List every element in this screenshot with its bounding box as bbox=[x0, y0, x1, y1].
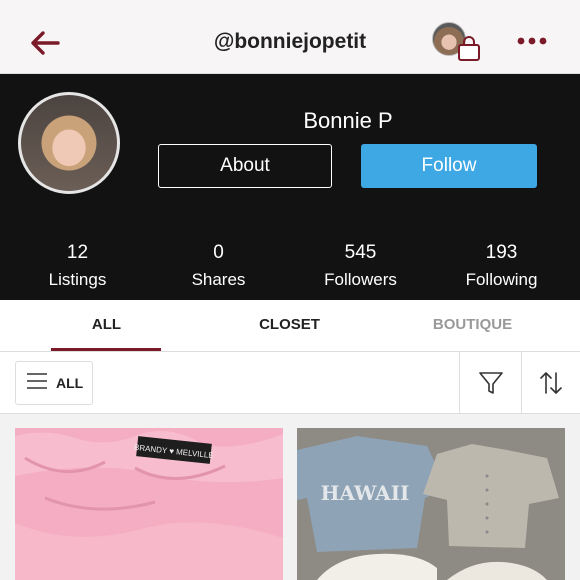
filter-funnel-icon[interactable] bbox=[459, 352, 521, 414]
top-bar: @bonniejopetit bbox=[0, 0, 580, 74]
stat-value: 12 bbox=[66, 242, 89, 263]
stat-value: 545 bbox=[344, 242, 377, 263]
stat-label: Following bbox=[465, 270, 538, 289]
all-filter-button[interactable]: ALL bbox=[15, 361, 93, 405]
listing-card[interactable]: BRANDY ♥ MELVILLE bbox=[15, 428, 283, 580]
active-tab-indicator bbox=[51, 348, 161, 351]
shopping-bag-icon bbox=[456, 36, 482, 62]
profile-name: Bonnie P bbox=[303, 108, 393, 133]
follow-button[interactable]: Follow bbox=[361, 144, 537, 188]
stat-value: 0 bbox=[213, 242, 224, 263]
listing-photo: HAWAII bbox=[297, 428, 565, 580]
shirt-graphic-text: HAWAII bbox=[321, 481, 410, 505]
listing-card[interactable]: HAWAII bbox=[297, 428, 565, 580]
all-filter-label: ALL bbox=[56, 375, 84, 391]
menu-lines-icon bbox=[26, 372, 48, 395]
listing-photo: BRANDY ♥ MELVILLE bbox=[15, 428, 283, 580]
closet-tabs: ALL CLOSET BOUTIQUE bbox=[0, 300, 580, 352]
tab-boutique[interactable]: BOUTIQUE bbox=[376, 300, 569, 352]
profile-username: @bonniejopetit bbox=[213, 30, 367, 53]
bag-button[interactable] bbox=[430, 20, 486, 64]
profile-avatar bbox=[18, 92, 120, 194]
stat-label: Followers bbox=[324, 270, 397, 289]
stat-label: Shares bbox=[191, 270, 246, 289]
tab-all[interactable]: ALL bbox=[10, 300, 203, 352]
profile-header: Bonnie P About Follow 12 Listings 0 Shar… bbox=[0, 74, 580, 300]
tab-closet[interactable]: CLOSET bbox=[193, 300, 386, 352]
stat-following[interactable]: 193 Following bbox=[431, 242, 572, 290]
filter-bar: ALL bbox=[0, 352, 580, 414]
sort-arrows-icon[interactable] bbox=[521, 352, 580, 414]
stat-followers[interactable]: 545 Followers bbox=[290, 242, 431, 290]
stat-value: 193 bbox=[485, 242, 518, 263]
about-button[interactable]: About bbox=[158, 144, 332, 188]
more-dots-icon[interactable] bbox=[516, 34, 548, 48]
stat-shares[interactable]: 0 Shares bbox=[148, 242, 289, 290]
stat-listings[interactable]: 12 Listings bbox=[7, 242, 148, 290]
stat-label: Listings bbox=[48, 270, 107, 289]
